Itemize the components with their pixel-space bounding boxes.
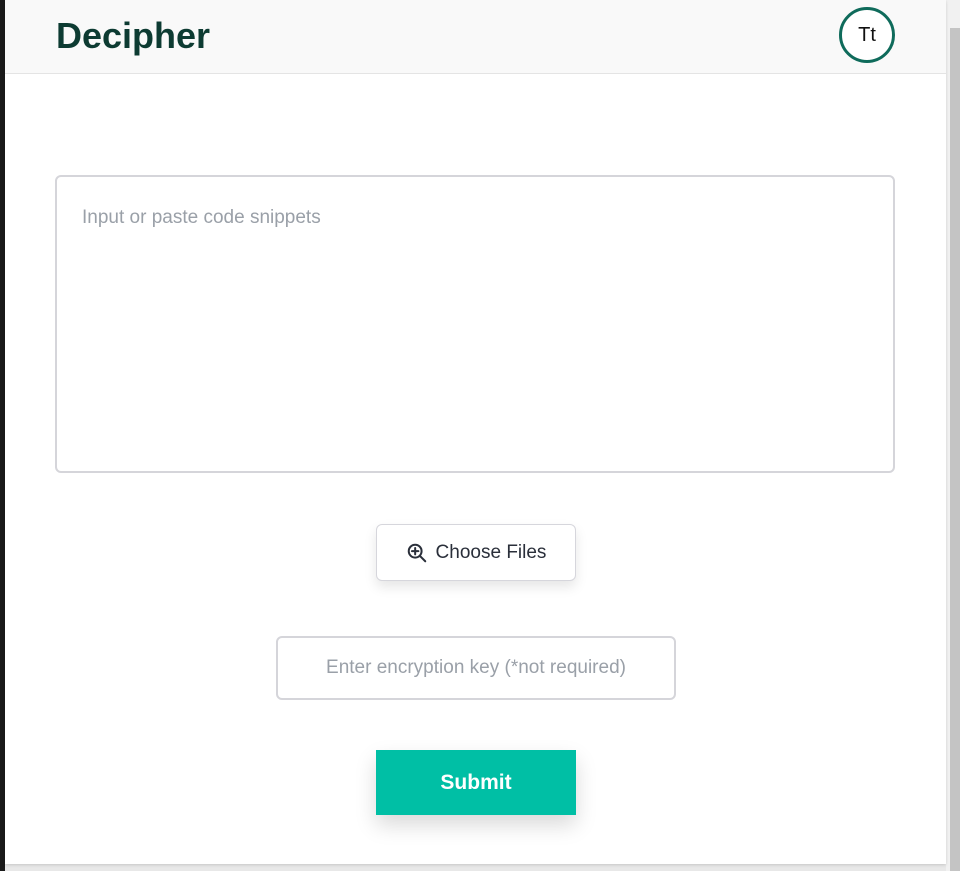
choose-files-button[interactable]: Choose Files xyxy=(376,524,576,581)
choose-files-label: Choose Files xyxy=(435,541,547,563)
code-snippet-input[interactable] xyxy=(55,175,895,473)
app-window: Decipher Tt Choose Files Submit xyxy=(5,0,946,864)
scrollbar-thumb[interactable] xyxy=(950,28,960,871)
submit-button[interactable]: Submit xyxy=(376,750,576,815)
avatar-initials: Tt xyxy=(858,23,876,46)
app-title: Decipher xyxy=(56,15,211,56)
zoom-in-icon xyxy=(406,542,428,564)
user-avatar[interactable]: Tt xyxy=(839,7,895,63)
encryption-key-input[interactable] xyxy=(276,636,676,700)
app-header: Decipher Tt xyxy=(5,0,946,74)
